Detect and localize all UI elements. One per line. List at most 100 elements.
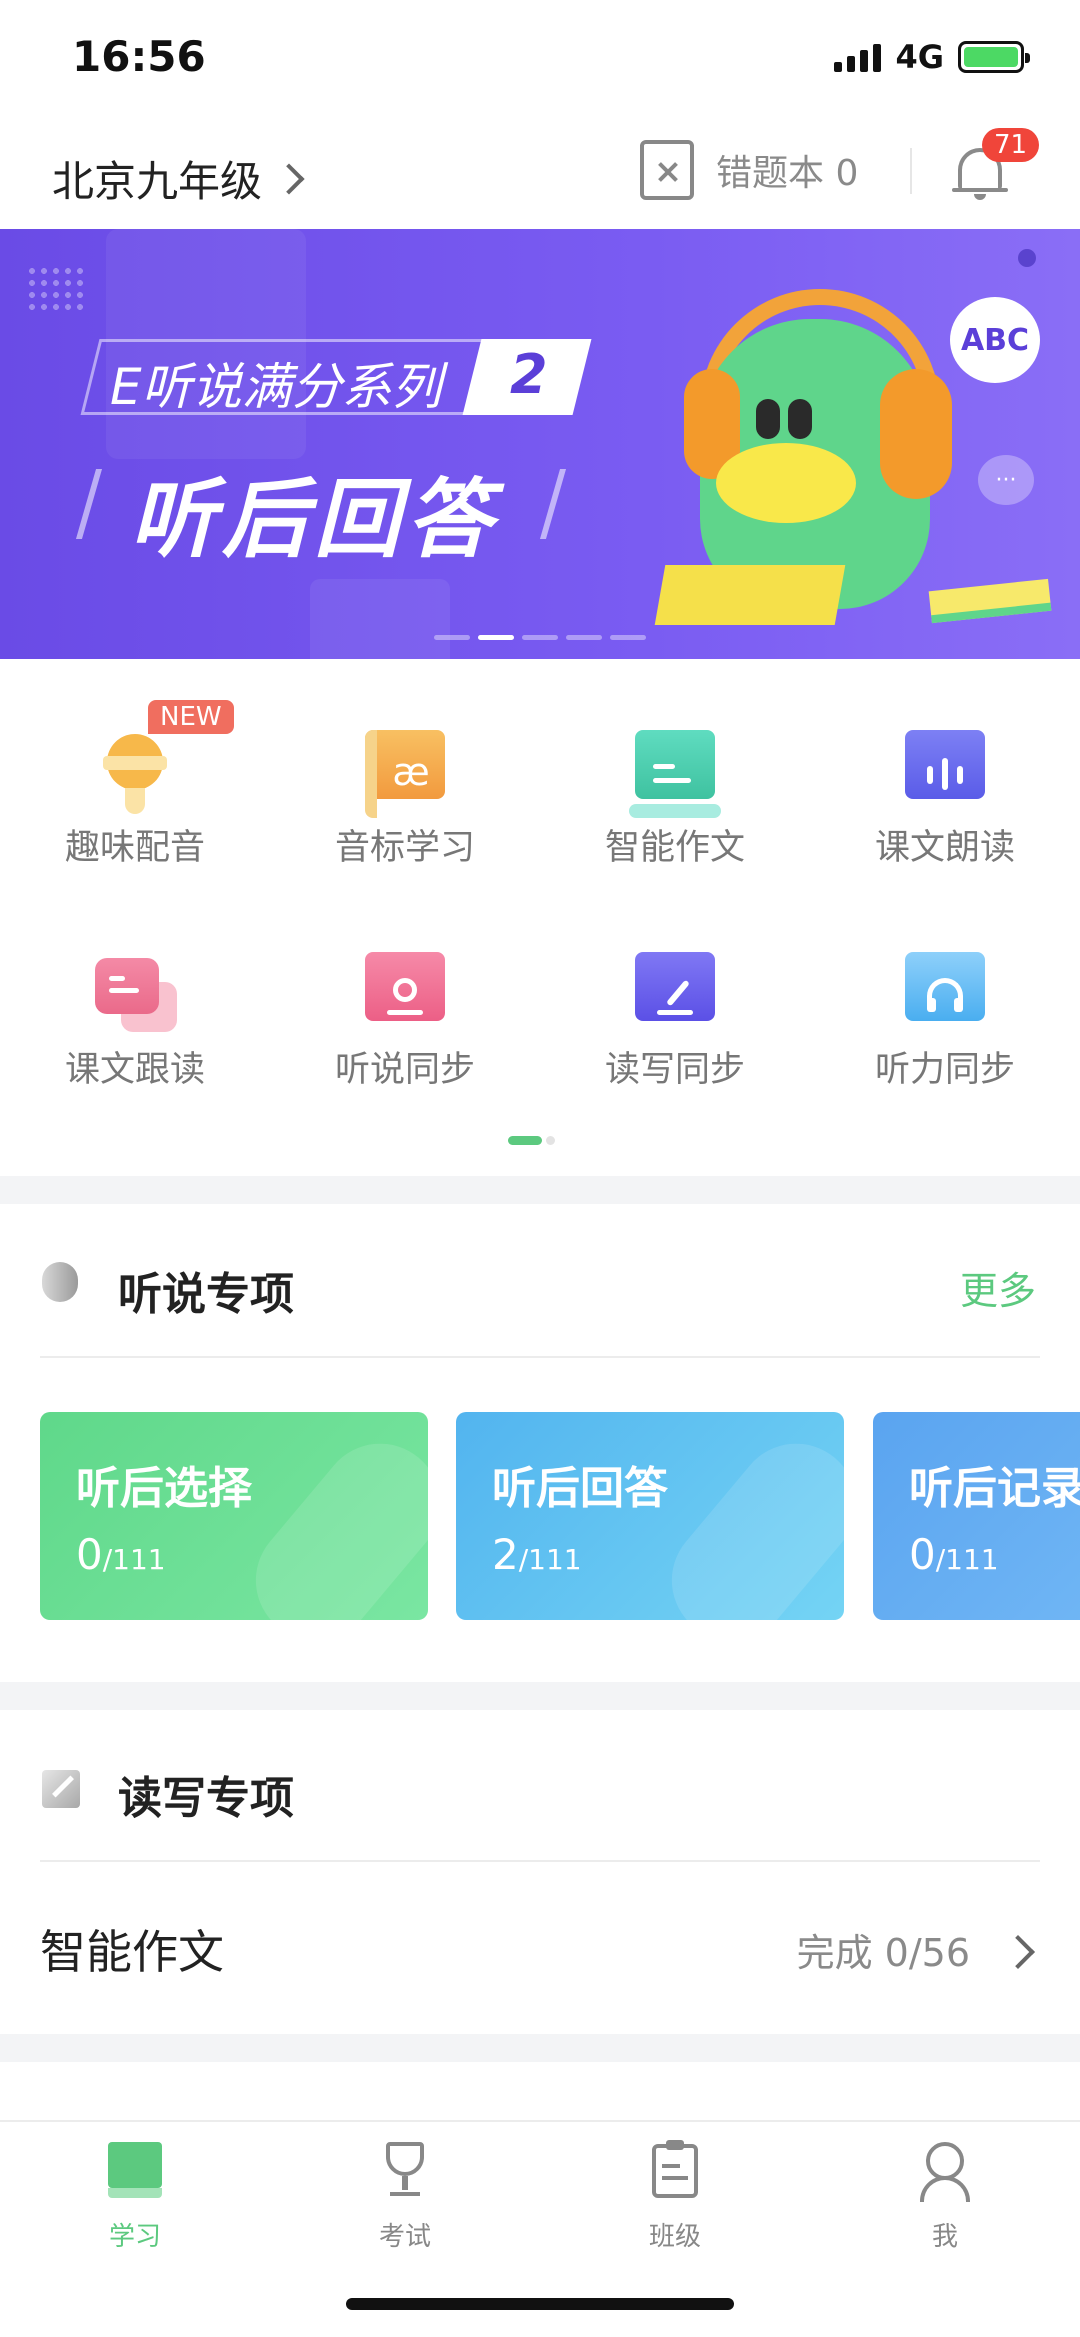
card-listen-answer[interactable]: 听后回答 2/111 [456, 1412, 844, 1620]
banner-indicators [434, 635, 646, 640]
tab-label: 班级 [648, 2222, 701, 2252]
error-book-label: 错题本 0 [716, 153, 859, 194]
banner-indicator-active [478, 635, 514, 640]
grade-label: 北京九年级 [52, 157, 263, 206]
smart-essay-row[interactable]: 智能作文 完成 0/56 [0, 1862, 1080, 2034]
banner-subtitle: E听说满分系列 [110, 358, 442, 416]
writing-section-header: 读写专项 [0, 1710, 1080, 1862]
card-total: /111 [518, 1543, 582, 1576]
card-title: 听后回答 [492, 1463, 668, 1514]
card-progress: 0/111 [909, 1530, 999, 1579]
network-type: 4G [895, 38, 944, 76]
card-total: /111 [102, 1543, 166, 1576]
more-link[interactable]: 更多 [960, 1260, 1036, 1315]
banner-series-number: 2 [510, 343, 548, 406]
card-progress: 0/111 [76, 1530, 166, 1579]
notification-badge: 71 [982, 128, 1040, 162]
card-decoration [1064, 1419, 1080, 1620]
grid-item-follow-reading[interactable]: 课文跟读 [0, 912, 270, 1092]
section-title: 读写专项 [118, 1773, 294, 1824]
card-decoration [647, 1419, 844, 1620]
grid-item-phonetics[interactable]: æ 音标学习 [270, 690, 540, 870]
mascot-eye [788, 399, 812, 439]
card-title: 听后记录 [909, 1463, 1080, 1514]
page-dot-active [508, 1136, 542, 1145]
new-badge: NEW [148, 700, 234, 734]
signal-icon [834, 42, 882, 72]
home-indicator [346, 2298, 734, 2310]
tab-me[interactable]: 我 [810, 2140, 1080, 2280]
tab-study[interactable]: 学习 [0, 2140, 270, 2280]
section-title: 听说专项 [118, 1269, 294, 1320]
header: 北京九年级 错题本 0 [0, 118, 1080, 228]
promo-banner[interactable]: E听说满分系列 2 听后回答 ABC ··· [0, 229, 1080, 659]
error-book-icon [640, 140, 694, 200]
book-illustration [654, 565, 846, 625]
user-icon [916, 2140, 974, 2202]
grid-item-text-reading[interactable]: 课文朗读 [810, 690, 1080, 870]
card-listen-choose[interactable]: 听后选择 0/111 [40, 1412, 428, 1620]
card-progress: 2/111 [492, 1530, 582, 1579]
row-status: 完成 0/56 [796, 1931, 970, 1975]
grid-page-indicator [508, 1136, 555, 1145]
follow-reading-icon [95, 952, 177, 1032]
card-listen-record[interactable]: 听后记录 0/111 [873, 1412, 1080, 1620]
banner-indicator [610, 635, 646, 640]
grid-item-label: 听说同步 [334, 1050, 475, 1090]
banner-decoration [310, 579, 450, 659]
microphone-icon [40, 1262, 80, 1306]
next-section-peek [0, 2060, 1080, 2120]
grid-item-listen-speak-sync[interactable]: 听说同步 [270, 912, 540, 1092]
card-title: 听后选择 [76, 1463, 252, 1514]
section-gap [0, 1682, 1080, 1710]
error-book-button[interactable]: 错题本 0 [640, 140, 858, 200]
banner-title: 听后回答 [130, 470, 498, 570]
header-divider [910, 148, 912, 194]
headphone-ear-right [880, 369, 952, 499]
tab-class[interactable]: 班级 [540, 2140, 810, 2280]
grid-item-read-write-sync[interactable]: 读写同步 [540, 912, 810, 1092]
battery-icon [958, 41, 1030, 73]
section-gap [0, 1176, 1080, 1204]
banner-decoration [1018, 249, 1036, 267]
headphone-doc-icon [905, 952, 985, 1021]
card-done: 2 [492, 1530, 519, 1579]
banner-dot-pattern [26, 265, 86, 315]
text-reading-icon [905, 730, 985, 799]
page-dot [546, 1136, 555, 1145]
status-indicators: 4G [834, 38, 1030, 76]
grid-item-label: 趣味配音 [64, 828, 205, 868]
section-gap [0, 2034, 1080, 2062]
tab-label: 学习 [108, 2222, 161, 2252]
grid-item-smart-essay[interactable]: 智能作文 [540, 690, 810, 870]
card-done: 0 [909, 1530, 936, 1579]
trophy-icon [376, 2140, 434, 2202]
divider [40, 1356, 1040, 1358]
status-bar: 16:56 4G [0, 0, 1080, 118]
pencil-note-icon [40, 1766, 80, 1810]
grade-selector[interactable]: 北京九年级 [52, 148, 305, 209]
listening-section-header: 听说专项 更多 [0, 1206, 1080, 1358]
tab-exam[interactable]: 考试 [270, 2140, 540, 2280]
grid-item-label: 课文跟读 [64, 1050, 205, 1090]
books-illustration [928, 578, 1052, 624]
essay-scroll-icon [629, 730, 721, 818]
microphone-icon [95, 730, 175, 814]
chevron-right-icon [1001, 1935, 1035, 1969]
card-total: /111 [935, 1543, 999, 1576]
tab-label: 考试 [378, 2222, 431, 2252]
phonetic-book-icon: æ [365, 730, 445, 818]
grid-item-label: 课文朗读 [874, 828, 1015, 868]
grid-item-listening-sync[interactable]: 听力同步 [810, 912, 1080, 1092]
grid-item-label: 音标学习 [334, 828, 475, 868]
feature-grid: 趣味配音 æ 音标学习 智能作文 课文朗读 课文跟读 听说同步 读写同步 听力同… [0, 690, 1080, 1130]
tab-label: 我 [931, 2222, 958, 2252]
grid-item-label: 智能作文 [604, 828, 745, 868]
book-icon [106, 2140, 164, 2202]
banner-slash [539, 469, 567, 539]
card-decoration [231, 1419, 428, 1620]
phonetic-glyph: æ [392, 750, 430, 794]
listening-cards: 听后选择 0/111 听后回答 2/111 听后记录 0/111 [0, 1412, 1080, 1622]
chevron-right-icon [273, 162, 305, 195]
clipboard-icon [646, 2140, 704, 2202]
